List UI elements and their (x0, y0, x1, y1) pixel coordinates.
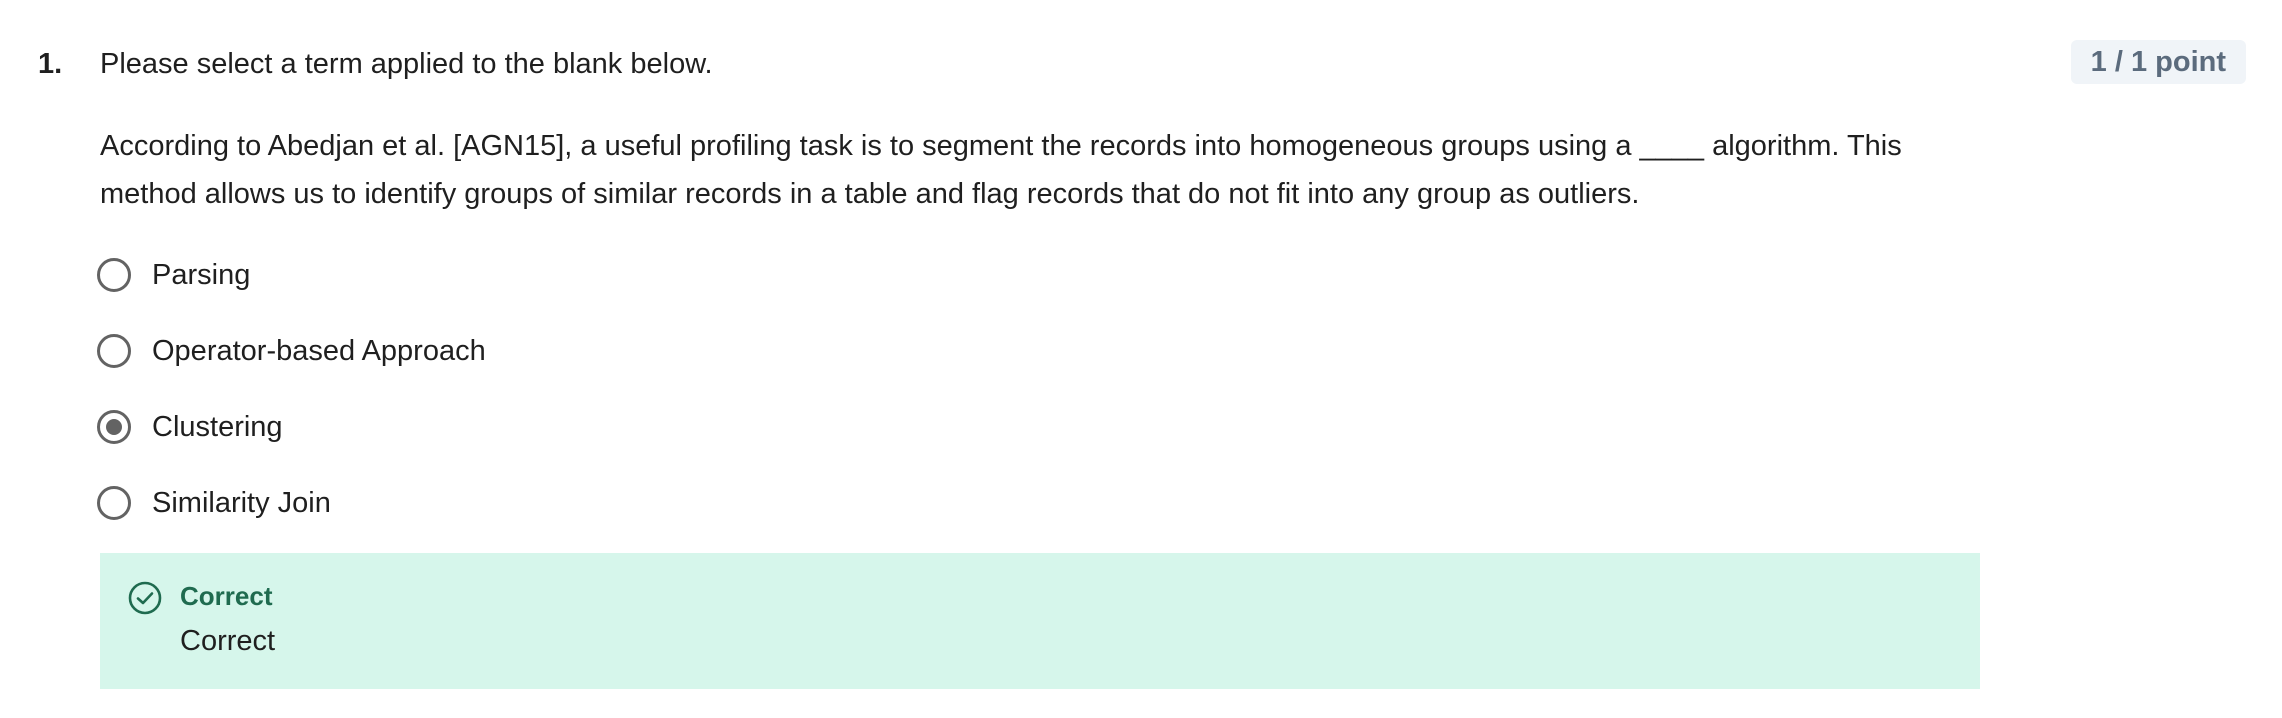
question-body: According to Abedjan et al. [AGN15], a u… (100, 130, 1902, 210)
radio-button[interactable] (97, 486, 131, 520)
feedback-title: Correct (180, 581, 273, 611)
feedback-panel: Correct Correct (100, 553, 1980, 689)
question-number: 1. (38, 48, 63, 80)
option-label: Parsing (152, 259, 251, 291)
option-operator-based-approach[interactable]: Operator-based Approach (97, 329, 486, 373)
points-badge: 1 / 1 point (2070, 40, 2246, 84)
answer-options: Parsing Operator-based Approach Clusteri… (97, 253, 486, 557)
radio-button[interactable] (97, 258, 131, 292)
option-clustering[interactable]: Clustering (97, 405, 486, 449)
option-parsing[interactable]: Parsing (97, 253, 486, 297)
option-label: Operator-based Approach (152, 335, 486, 367)
option-label: Similarity Join (152, 487, 331, 519)
radio-button-selected[interactable] (97, 410, 131, 444)
option-label: Clustering (152, 411, 283, 443)
feedback-text: Correct (180, 625, 276, 657)
question-prompt: Please select a term applied to the blan… (100, 48, 713, 80)
option-similarity-join[interactable]: Similarity Join (97, 481, 486, 525)
radio-button[interactable] (97, 334, 131, 368)
quiz-question: 1. Please select a term applied to the b… (0, 0, 2282, 718)
check-circle-icon (128, 581, 162, 615)
